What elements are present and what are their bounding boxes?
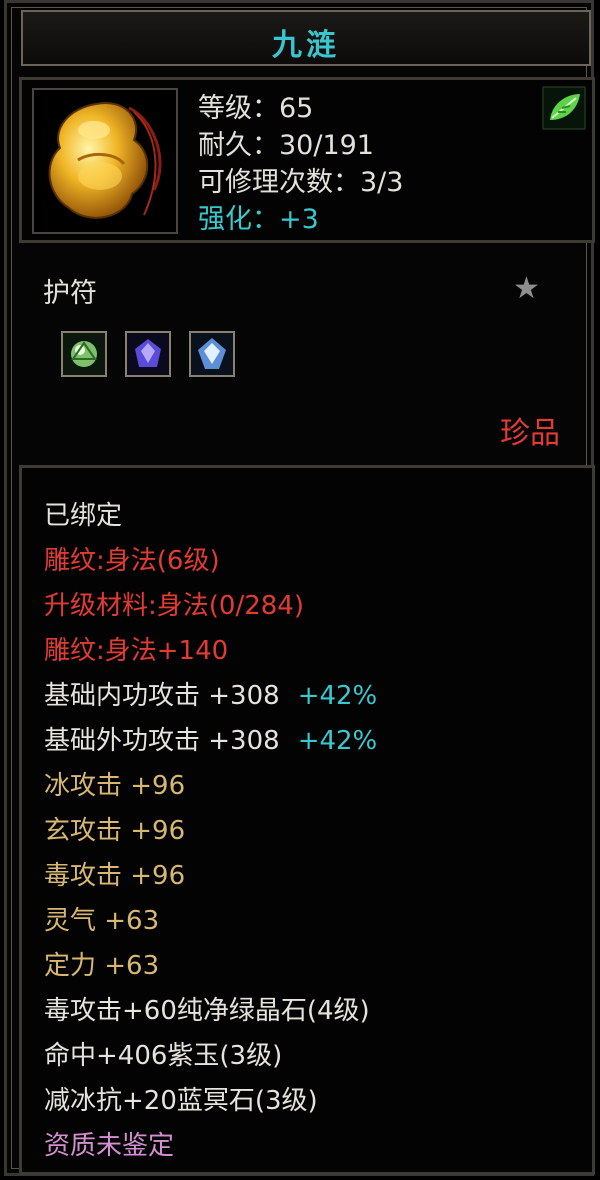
attribute-text: 命中+406紫玉(3级)	[44, 1041, 283, 1071]
attribute-text: 雕纹:身法(6级)	[44, 546, 220, 576]
star-icon[interactable]: ★	[513, 271, 540, 306]
attribute-line: 雕纹:身法+140	[44, 629, 377, 674]
item-tooltip-frame: 九涟 等级：65 耐久：30/191 可修理次数：3/3 强化：+3 护符 ★ …	[4, 0, 595, 1176]
item-repair-count: 可修理次数：3/3	[198, 167, 404, 198]
attribute-bonus: +42%	[297, 726, 378, 756]
item-durability: 耐久：30/191	[198, 130, 374, 161]
attribute-line: 定力 +63	[44, 944, 377, 989]
attribute-text: 灵气 +63	[44, 906, 160, 936]
item-level: 等级：65	[198, 93, 314, 124]
blue-gem-icon[interactable]	[189, 331, 235, 377]
item-summary-box: 等级：65 耐久：30/191 可修理次数：3/3 强化：+3	[19, 77, 595, 243]
attribute-line: 升级材料:身法(0/284)	[44, 584, 377, 629]
title-bar: 九涟	[21, 10, 591, 66]
attribute-line: 毒攻击+60纯净绿晶石(4级)	[44, 989, 377, 1034]
attribute-line: 减冰抗+20蓝冥石(3级)	[44, 1079, 377, 1124]
attribute-line: 已绑定	[44, 494, 377, 539]
green-leaf-icon	[542, 86, 586, 130]
attribute-list: 已绑定雕纹:身法(6级) 升级材料:身法(0/284) 雕纹:身法+140 基础内功攻…	[44, 494, 377, 1169]
attribute-line: 基础外功攻击 +308 +42%	[44, 719, 377, 764]
attribute-line: 冰攻击 +96	[44, 764, 377, 809]
yellow-jade-amulet-icon[interactable]	[32, 88, 178, 234]
attributes-box: 已绑定雕纹:身法(6级) 升级材料:身法(0/284) 雕纹:身法+140 基础内功攻…	[19, 465, 595, 1175]
attribute-text: 基础外功攻击 +308	[44, 726, 280, 756]
attribute-text: 升级材料:身法(0/284)	[44, 591, 304, 621]
attribute-text: 基础内功攻击 +308	[44, 681, 280, 711]
attribute-text: 毒攻击+60纯净绿晶石(4级)	[44, 996, 370, 1026]
attribute-bonus: +42%	[297, 681, 378, 711]
attribute-text: 雕纹:身法+140	[44, 636, 229, 666]
green-gem-icon[interactable]	[61, 331, 107, 377]
attribute-text: 减冰抗+20蓝冥石(3级)	[44, 1086, 318, 1116]
attribute-text: 已绑定	[44, 501, 123, 531]
attribute-text: 资质未鉴定	[44, 1131, 175, 1161]
attribute-line: 资质未鉴定	[44, 1124, 377, 1169]
attribute-text: 玄攻击 +96	[44, 816, 186, 846]
item-enhance: 强化：+3	[198, 204, 319, 235]
attribute-line: 灵气 +63	[44, 899, 377, 944]
attribute-line: 基础内功攻击 +308 +42%	[44, 674, 377, 719]
attribute-text: 定力 +63	[44, 951, 160, 981]
item-type: 护符	[43, 278, 97, 309]
attribute-line: 毒攻击 +96	[44, 854, 377, 899]
item-stats: 等级：65 耐久：30/191 可修理次数：3/3 强化：+3	[198, 90, 403, 238]
attribute-text: 毒攻击 +96	[44, 861, 186, 891]
item-name: 九涟	[272, 28, 340, 63]
attribute-line: 玄攻击 +96	[44, 809, 377, 854]
attribute-line: 雕纹:身法(6级)	[44, 539, 377, 584]
attribute-line: 命中+406紫玉(3级)	[44, 1034, 377, 1079]
attribute-text: 冰攻击 +96	[44, 771, 186, 801]
purple-gem-icon[interactable]	[125, 331, 171, 377]
rarity-label: 珍品	[500, 416, 560, 451]
